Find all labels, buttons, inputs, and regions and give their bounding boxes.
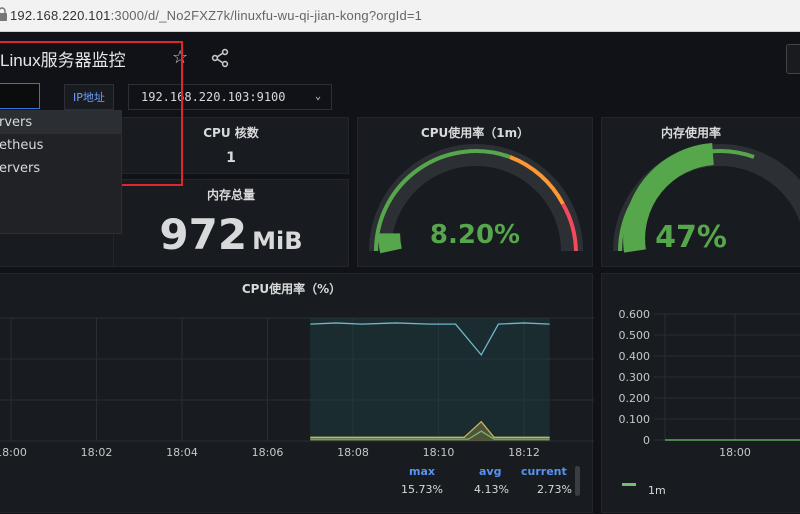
stat-value: 1 (226, 150, 236, 166)
x-tick-label: 18:12 (508, 446, 540, 459)
x-tick-label: 18:08 (337, 446, 369, 459)
ip-variable-select[interactable]: 192.168.220.103:9100 ⌄ (128, 84, 332, 110)
gauge-value: 8.20% (429, 220, 521, 250)
panel-title: CPU 核数 (203, 126, 259, 140)
panel-cpu-cores: CPU 核数 1 (113, 117, 349, 174)
lock-icon (0, 7, 7, 21)
share-icon[interactable] (210, 48, 230, 68)
panel-mem-usage: 内存使用率 47% (601, 117, 800, 267)
url-host: 192.168.220.101 (10, 8, 111, 23)
y-tick-label: 0.400 (619, 350, 651, 363)
x-tick-label: 18:00 (719, 446, 751, 459)
panel-mem-total: 内存总量 972 MiB (113, 179, 349, 267)
x-tick-label: 18:00 (0, 446, 27, 459)
dashboard-title[interactable]: Linux服务器监控 (0, 46, 126, 71)
load-chart-plot[interactable]: 0.600 0.500 0.400 0.300 0.200 0.100 0 18:00 (602, 274, 800, 514)
legend-header-max[interactable]: max (409, 465, 435, 478)
legend-value-max: 15.73% (401, 483, 443, 496)
panel-load-chart: 0.600 0.500 0.400 0.300 0.200 0.100 0 18:00 1m (601, 273, 800, 513)
legend-scrollbar[interactable] (575, 466, 580, 496)
stat-value: 972 (159, 210, 248, 259)
variable-input[interactable] (0, 83, 40, 109)
x-tick-label: 18:02 (81, 446, 113, 459)
cpu-chart-plot[interactable]: 18:00 18:02 18:04 18:06 18:08 18:10 18:12 (0, 274, 594, 514)
y-tick-label: 0.500 (619, 329, 651, 342)
toolbar-button[interactable] (786, 44, 800, 74)
ip-variable-label: IP地址 (64, 84, 114, 110)
url-path: :3000/d/_No2FXZ7k/linuxfu-wu-qi-jian-kon… (110, 8, 423, 23)
legend-series-label[interactable]: 1m (648, 484, 666, 497)
datasource-dropdown: rvers etheus ervers (0, 110, 122, 234)
x-tick-label: 18:06 (252, 446, 284, 459)
y-tick-label: 0 (643, 434, 650, 447)
x-tick-label: 18:04 (166, 446, 198, 459)
star-icon[interactable]: ☆ (172, 47, 188, 68)
stat-value-row: 972 MiB (114, 210, 348, 259)
legend-value-avg: 4.13% (474, 483, 509, 496)
legend-swatch (622, 483, 636, 486)
browser-url-bar[interactable]: 192.168.220.101:3000/d/_No2FXZ7k/linuxfu… (0, 0, 800, 32)
y-tick-label: 0.600 (619, 308, 651, 321)
url-text: 192.168.220.101:3000/d/_No2FXZ7k/linuxfu… (10, 8, 422, 23)
dropdown-option[interactable]: rvers (0, 111, 121, 134)
y-tick-label: 0.300 (619, 371, 651, 384)
stat-unit: MiB (252, 227, 303, 255)
legend-value-current: 2.73% (537, 483, 572, 496)
legend-header-current[interactable]: current (521, 465, 567, 478)
dropdown-option[interactable]: etheus (0, 134, 121, 157)
y-tick-label: 0.200 (619, 392, 651, 405)
dropdown-option[interactable]: ervers (0, 157, 121, 180)
chevron-down-icon: ⌄ (314, 91, 321, 102)
legend-header-avg[interactable]: avg (479, 465, 501, 478)
ip-variable-value: 192.168.220.103:9100 (141, 90, 286, 104)
data-region (310, 318, 550, 441)
panel-cpu-chart: CPU使用率（%） 18:0018:0218:0418:0618:0818:10… (0, 273, 594, 514)
panel-title: 内存总量 (206, 188, 255, 202)
gauge-value: 47% (655, 220, 727, 255)
panel-cpu-usage: CPU使用率（1m） 8.20% (357, 117, 593, 267)
x-tick-label: 18:10 (423, 446, 455, 459)
y-tick-label: 0.100 (619, 413, 651, 426)
